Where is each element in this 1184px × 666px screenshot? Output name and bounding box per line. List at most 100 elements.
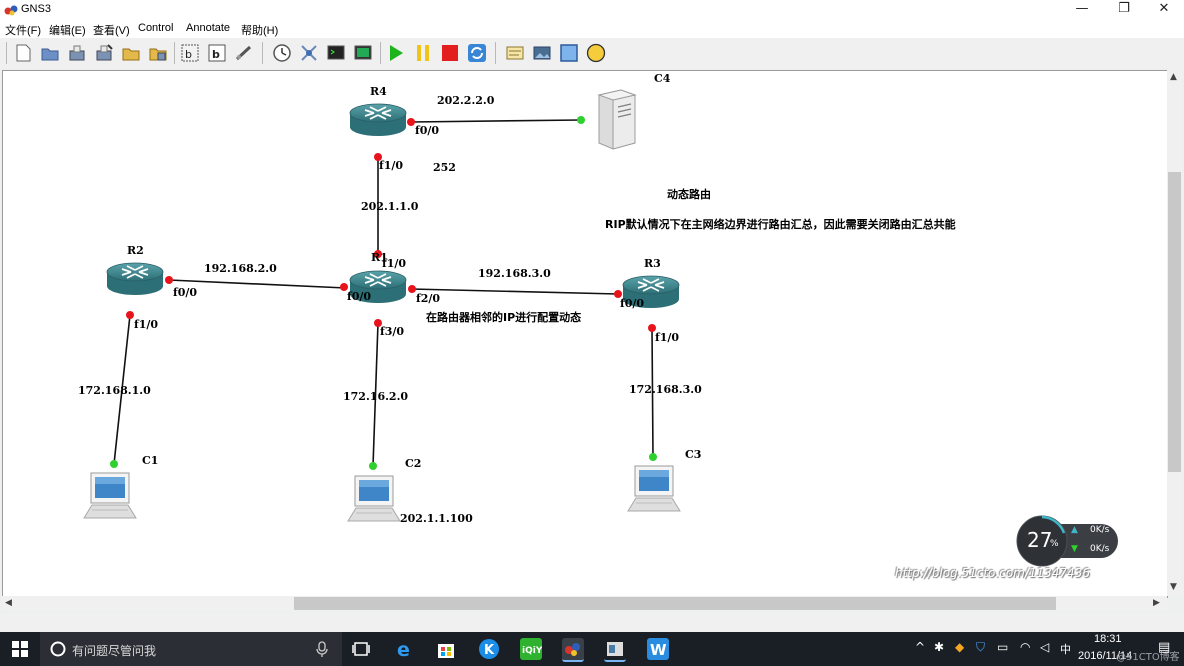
horizontal-scroll-thumb[interactable] [294,597,1056,610]
interface-label-r4-f0-0: f0/0 [415,124,439,137]
title-bar: GNS3 — ❐ ✕ [0,0,1184,20]
add-note-icon[interactable] [505,43,525,63]
gns3-logo-icon [4,5,18,16]
terminal-icon[interactable] [326,43,346,63]
vertical-scrollbar[interactable]: ▲ ▼ [1167,70,1182,596]
microphone-icon[interactable] [316,641,328,657]
open-project-icon[interactable] [121,43,141,63]
menu-help[interactable]: 帮助(H) [241,22,278,38]
menu-annotate[interactable]: Annotate [186,22,230,34]
device-label-r4: R4 [370,85,387,98]
snapshot-icon[interactable]: b [180,43,200,63]
link-r4-c4[interactable] [410,119,582,123]
menu-view[interactable]: 查看(V) [93,22,130,38]
tray-expand-icon[interactable]: ^ [915,640,925,654]
close-button[interactable]: ✕ [1146,0,1182,20]
security-shield-icon[interactable]: ⛉ [976,640,985,655]
show-interface-labels-icon[interactable]: b [207,43,227,63]
interface-label-r2-f1-0: f1/0 [134,318,158,331]
link-icon[interactable] [234,43,254,63]
interface-label-r3-f0-0: f0/0 [620,297,644,310]
save-icon[interactable] [67,43,87,63]
taskbar-clock-time[interactable]: 18:31 [1094,633,1122,645]
pc-c1[interactable] [83,472,137,519]
iqiyi-icon[interactable]: iQiY [520,638,543,660]
horizontal-scrollbar[interactable]: ◀ ▶ [2,596,1167,611]
kugou-icon[interactable]: K [478,638,500,660]
scroll-left-icon[interactable]: ◀ [5,598,12,608]
wps-icon[interactable]: W [647,638,669,660]
console-icon[interactable] [353,43,373,63]
toolbar: b b [0,38,1184,69]
port-status-c4 [577,116,585,124]
network-speed-widget[interactable]: 27 % ▲ 0K/s ▼ 0K/s [1016,515,1120,567]
draw-ellipse-icon[interactable] [586,43,606,63]
store-icon[interactable] [435,638,457,660]
interface-label-r2-f0-0: f0/0 [173,286,197,299]
menu-edit[interactable]: 编辑(E) [49,22,86,38]
port-status-c1 [110,460,118,468]
cortana-search-box[interactable]: 有问题尽管问我 [40,632,342,666]
upload-arrow-icon: ▲ [1071,525,1078,535]
link-r1-r3[interactable] [410,288,619,295]
vertical-scroll-thumb[interactable] [1168,172,1181,472]
note-rip-summary[interactable]: RIP默认情况下在主网络边界进行路由汇总，因此需要关闭路由汇总共能 [605,217,956,231]
wifi-icon[interactable]: ◠ [1020,640,1030,654]
topology-canvas[interactable]: R4 R1 R2 R3 C4 C1 C2 C3 f0/0 f1/0 f1/0 f… [2,70,1168,598]
device-label-r2: R2 [127,244,144,257]
device-label-c2: C2 [405,457,421,470]
network-label-r3-c3: 172.168.3.0 [629,383,702,396]
device-label-c1: C1 [142,454,158,467]
network-label-r4-c4: 202.2.2.0 [437,94,495,107]
network-label-r1-c2: 172.16.2.0 [343,390,408,403]
cortana-icon [50,641,66,657]
volume-icon[interactable]: ◁ [1040,640,1049,654]
insert-picture-icon[interactable] [532,43,552,63]
clock-icon[interactable] [272,43,292,63]
start-icon[interactable] [386,43,406,63]
tray-app-icon[interactable]: ✱ [934,640,944,654]
save-project-icon[interactable] [148,43,168,63]
draw-rectangle-icon[interactable] [559,43,579,63]
stop-icon[interactable] [440,43,460,63]
scroll-down-icon[interactable]: ▼ [1170,582,1177,592]
menu-file[interactable]: 文件(F) [5,22,41,38]
interface-label-r1-f1-0: f1/0 [382,257,406,270]
device-label-r3: R3 [644,257,661,270]
interface-label-r4-f1-0: f1/0 [379,159,403,172]
reload-icon[interactable] [467,43,487,63]
interface-label-r1-f3-0: f3/0 [380,325,404,338]
toolbar-separator [6,42,7,64]
svg-text:W: W [650,641,667,659]
save-as-icon[interactable] [94,43,114,63]
edge-icon[interactable]: e [394,638,416,661]
port-status-r4-f0-0 [407,118,415,126]
router-r4[interactable] [349,103,407,137]
app-window-icon[interactable] [604,638,626,662]
scroll-right-icon[interactable]: ▶ [1153,598,1160,608]
open-icon[interactable] [40,43,60,63]
windows-start-icon[interactable] [12,641,28,657]
pc-c2[interactable] [347,475,401,522]
action-center-icon[interactable]: ▤ [1158,640,1170,655]
port-status-c2 [369,462,377,470]
note-title[interactable]: 动态路由 [667,187,711,201]
new-icon[interactable] [13,43,33,63]
server-c4[interactable] [598,89,636,150]
gns3-taskbar-icon[interactable] [562,638,584,662]
minimize-button[interactable]: — [1064,0,1100,20]
scroll-up-icon[interactable]: ▲ [1170,72,1177,82]
tray-shield-icon[interactable]: ◆ [955,640,964,654]
menu-control[interactable]: Control [138,22,173,34]
maximize-button[interactable]: ❐ [1106,0,1142,20]
task-view-icon[interactable] [352,641,370,657]
capture-icon[interactable] [299,43,319,63]
pc-c3[interactable] [627,465,681,512]
note-neighbor-config[interactable]: 在路由器相邻的IP进行配置动态 [426,310,581,324]
suspend-icon[interactable] [413,43,433,63]
router-r2[interactable] [106,262,164,296]
port-status-r2-f0-0 [165,276,173,284]
ime-indicator[interactable]: 中 [1060,641,1071,657]
battery-icon[interactable]: ▭ [997,640,1008,654]
search-placeholder: 有问题尽管问我 [72,644,157,658]
